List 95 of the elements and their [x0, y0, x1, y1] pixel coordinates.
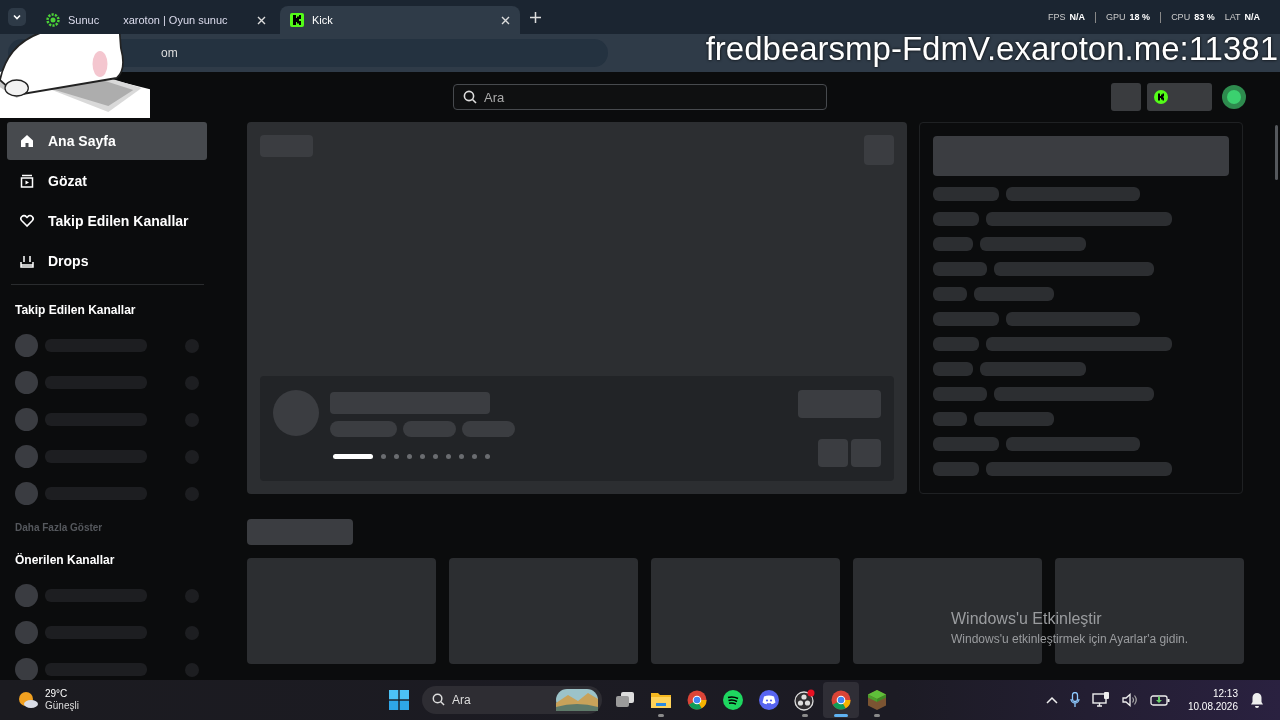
heart-icon	[20, 214, 34, 228]
chevron-up-icon[interactable]	[1045, 696, 1058, 704]
button-skeleton	[851, 439, 881, 467]
taskbar-app[interactable]	[823, 682, 859, 718]
kick-logo-icon	[290, 13, 304, 27]
avatar-skeleton	[15, 482, 38, 505]
section-heading: Takip Edilen Kanallar	[14, 302, 137, 319]
spotify-icon	[723, 690, 743, 710]
weather-condition: Güneşli	[45, 700, 79, 712]
text-skeleton	[933, 337, 979, 351]
text-skeleton	[933, 387, 987, 401]
section-heading: Önerilen Kanallar	[14, 552, 116, 569]
home-icon	[20, 134, 34, 148]
sidebar-item[interactable]: Takip Edilen Kanallar	[7, 202, 207, 240]
perf-label: LAT	[1224, 12, 1241, 22]
sidebar-item[interactable]: Gözat	[7, 162, 207, 200]
tag-skeleton	[403, 421, 456, 437]
carousel-dot[interactable]	[420, 454, 425, 459]
avatar-skeleton	[15, 584, 38, 607]
avatar-skeleton	[15, 445, 38, 468]
perf-value: 18 %	[1129, 12, 1151, 22]
avatar-skeleton	[15, 408, 38, 431]
sidebar-item[interactable]: Drops	[7, 242, 207, 280]
text-skeleton	[933, 187, 999, 201]
tag-skeleton	[330, 421, 397, 437]
clock-time: 12:13	[1212, 687, 1238, 700]
notification-bell-icon[interactable]	[1250, 692, 1264, 708]
carousel-dot[interactable]	[446, 454, 451, 459]
activation-message: Windows'u etkinleştirmek için Ayarlar'a gidin.	[951, 632, 1189, 646]
carousel-dot[interactable]	[394, 454, 399, 459]
drops-icon	[20, 254, 34, 268]
text-skeleton	[933, 462, 979, 476]
tag-skeleton	[462, 421, 515, 437]
perf-label: FPS	[1048, 12, 1066, 22]
browser-tab[interactable]: Sunuc xaroton | Oyun sunuc	[36, 6, 276, 34]
discord-icon	[759, 690, 779, 710]
chevron-down-icon	[12, 12, 22, 22]
avatar-skeleton	[15, 658, 38, 681]
tab-title: xaroton | Oyun sunuc	[123, 14, 228, 26]
volume-icon[interactable]	[1121, 693, 1138, 707]
new-tab-icon[interactable]	[530, 11, 541, 23]
close-icon[interactable]	[257, 15, 266, 25]
text-skeleton	[933, 212, 979, 226]
network-icon[interactable]	[1091, 692, 1110, 708]
scrollbar[interactable]	[1275, 125, 1278, 180]
kick-logo-icon	[1154, 90, 1168, 104]
clock-date: 10.08.2026	[1187, 700, 1238, 713]
text-skeleton	[933, 362, 973, 376]
start-icon[interactable]	[389, 690, 409, 710]
avatar[interactable]	[1221, 84, 1247, 110]
perf-value: 83 %	[1194, 12, 1215, 22]
sidebar-item[interactable]: Ana Sayfa	[7, 122, 207, 160]
text-skeleton	[933, 287, 967, 301]
text-skeleton	[933, 237, 973, 251]
tab-title: Sunuc	[68, 14, 100, 26]
grass-block-icon	[868, 690, 886, 710]
sun-cloud-icon	[17, 689, 39, 711]
search-field[interactable]: Ara	[453, 84, 827, 110]
chrome-icon	[687, 690, 707, 710]
battery-icon[interactable]	[1149, 694, 1170, 706]
avatar-skeleton	[273, 390, 319, 436]
browser-tab[interactable]: Kick	[280, 6, 520, 34]
temperature: 29°C	[45, 688, 69, 700]
text-skeleton	[933, 312, 999, 326]
close-icon[interactable]	[501, 15, 510, 25]
browse-icon	[20, 174, 34, 188]
microphone-icon[interactable]	[1069, 692, 1080, 708]
carousel-dot[interactable]	[407, 454, 412, 459]
carousel-dot[interactable]	[472, 454, 477, 459]
tab-list-button[interactable]	[8, 8, 26, 26]
server-address-overlay: fredbearsmp-FdmV.exaroton.me:11381	[705, 30, 1278, 68]
avatar-skeleton	[15, 621, 38, 644]
folder-icon	[650, 691, 672, 709]
text-skeleton	[933, 412, 967, 426]
button-skeleton	[818, 439, 848, 467]
avatar-skeleton	[15, 371, 38, 394]
kick-button[interactable]	[1147, 83, 1212, 111]
search-icon	[432, 693, 445, 706]
avatar-skeleton	[15, 334, 38, 357]
carousel-dot[interactable]	[381, 454, 386, 459]
text-skeleton	[933, 262, 987, 276]
carousel-dot[interactable]	[433, 454, 438, 459]
perf-label: CPU	[1171, 12, 1191, 22]
record-icon	[794, 689, 816, 711]
tab-title: Kick	[312, 14, 333, 26]
perf-value: N/A	[1244, 12, 1260, 22]
carousel-dot[interactable]	[459, 454, 464, 459]
carousel-dot[interactable]	[485, 454, 490, 459]
gear-icon	[46, 13, 60, 27]
text-skeleton	[933, 437, 999, 451]
perf-label: GPU	[1106, 12, 1126, 22]
search-icon	[463, 90, 477, 104]
activation-title: Windows'u Etkinleştir	[951, 610, 1103, 628]
chrome-icon	[831, 690, 851, 710]
perf-value: N/A	[1069, 12, 1086, 22]
